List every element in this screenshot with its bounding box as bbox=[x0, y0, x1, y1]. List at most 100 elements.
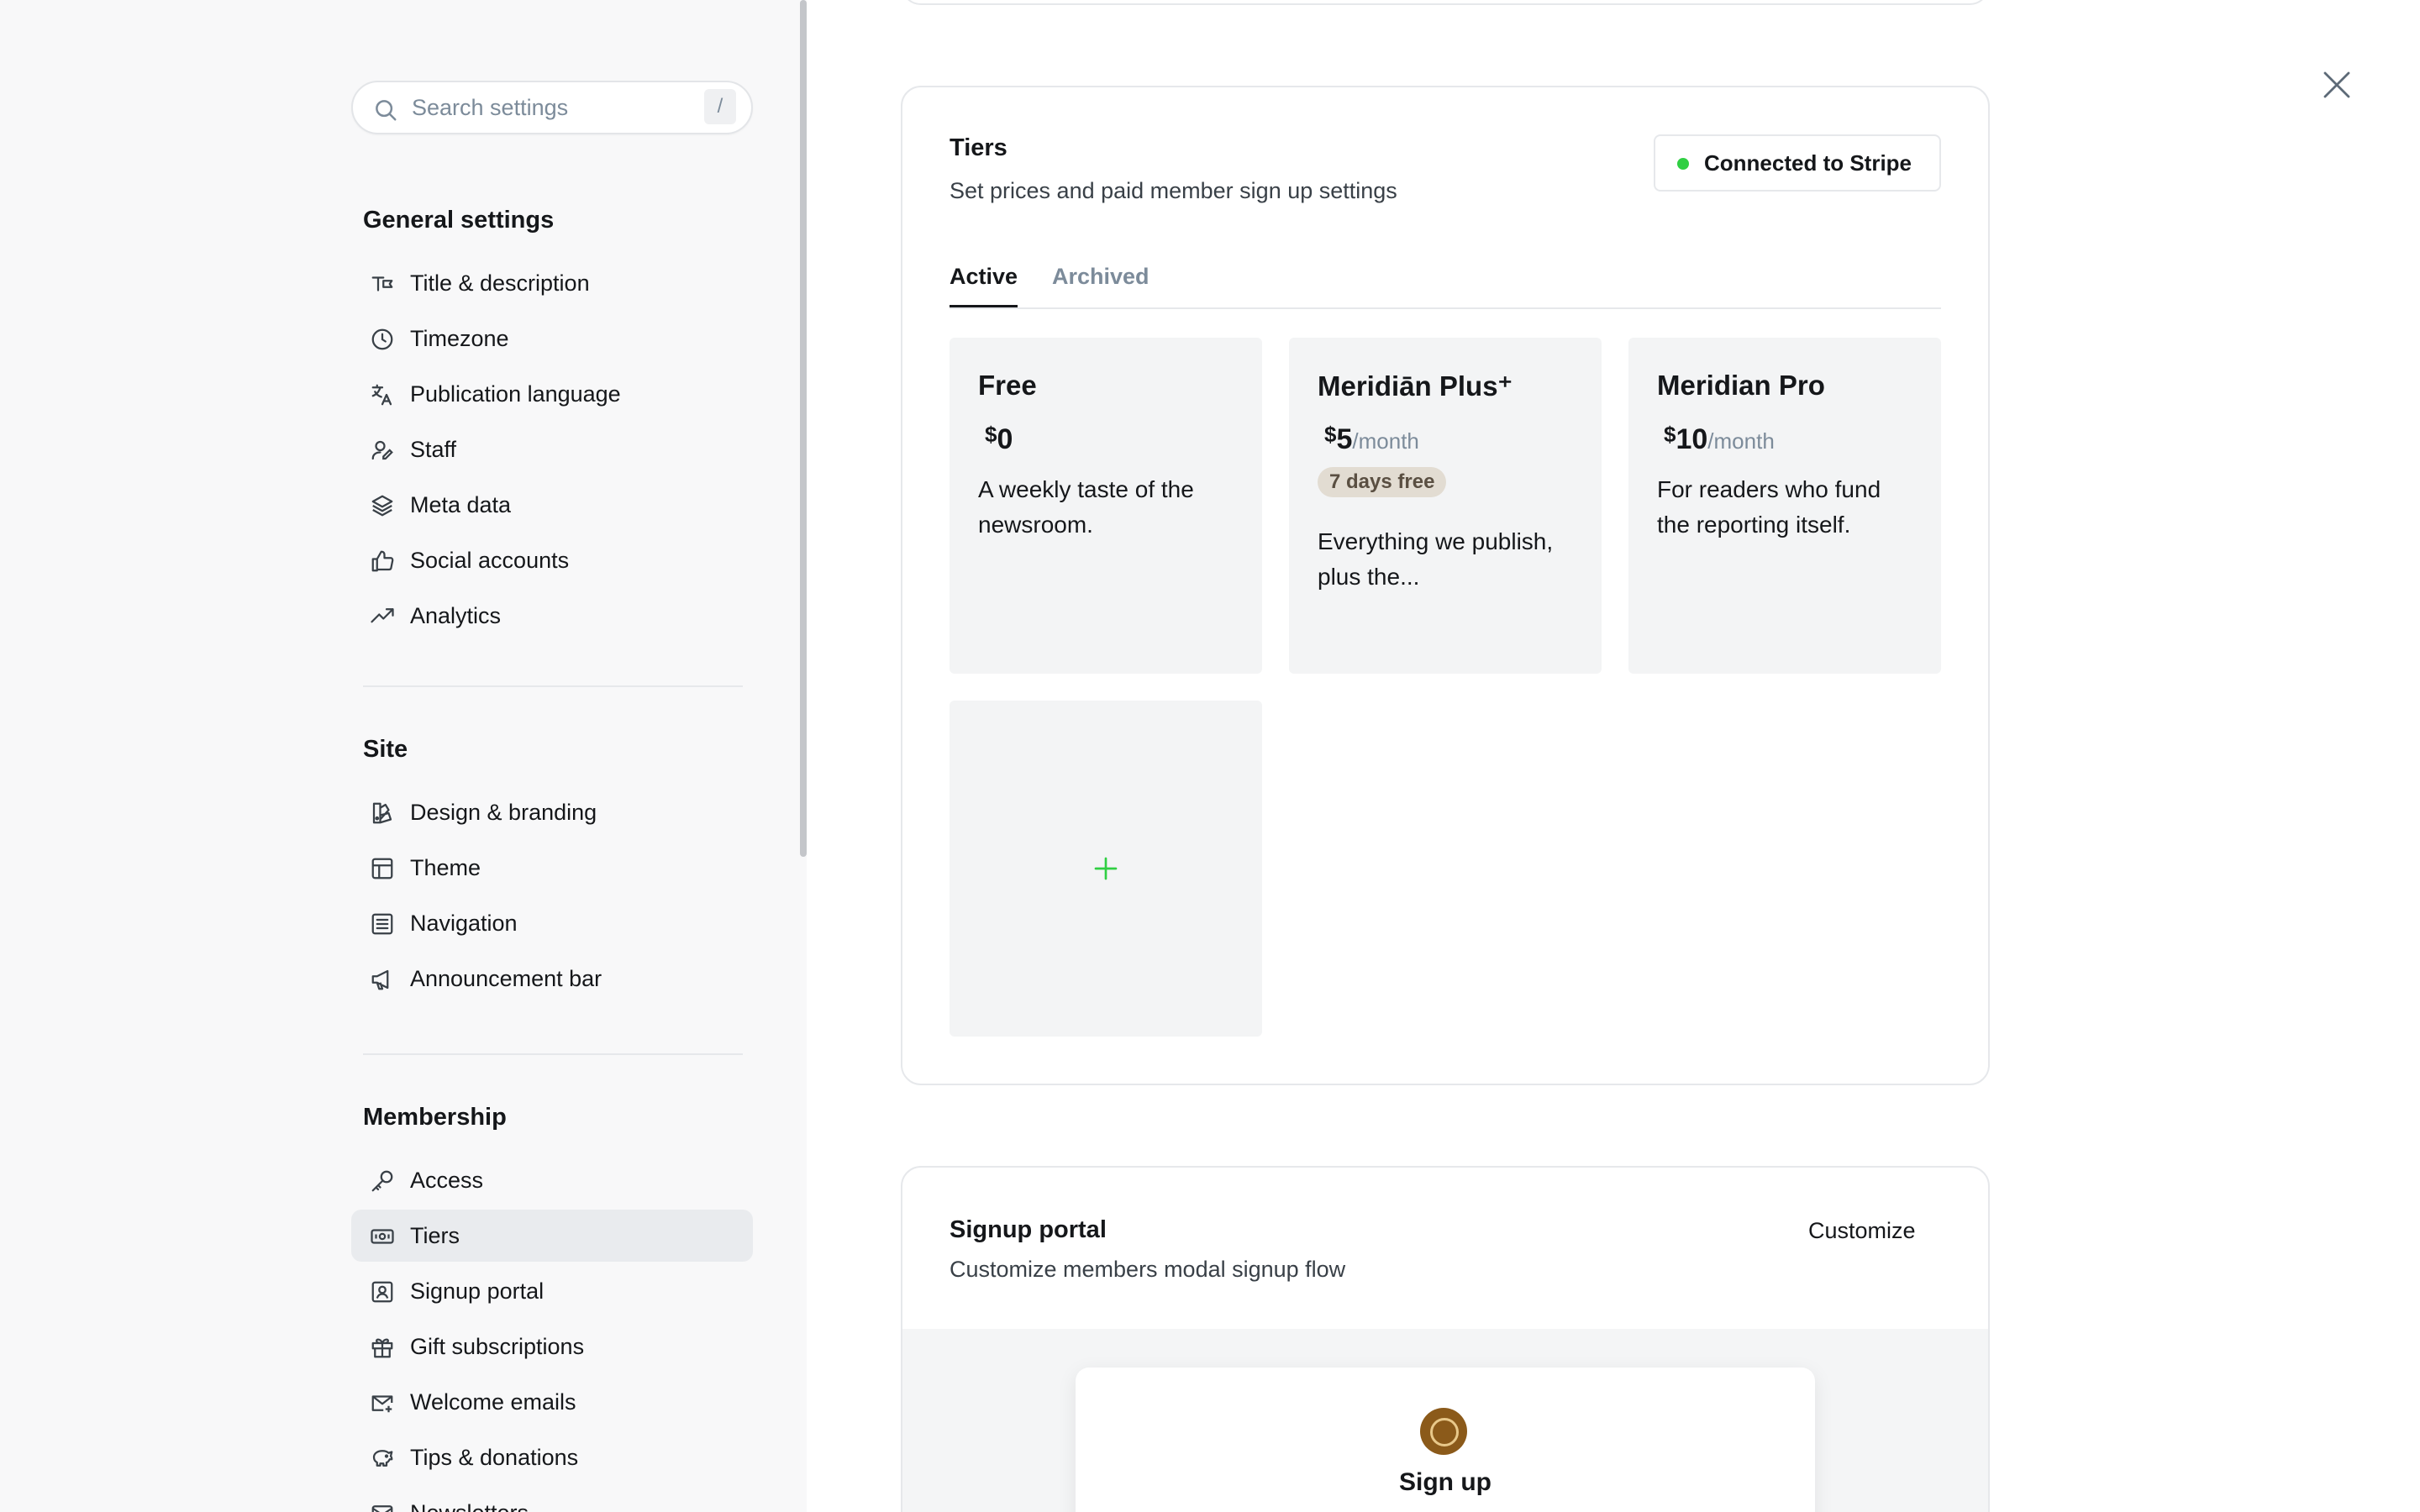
sidebar-item-label: Staff bbox=[410, 436, 457, 462]
mail-icon bbox=[371, 1395, 393, 1413]
sidebar-item-label: Tiers bbox=[410, 1222, 460, 1248]
list-icon bbox=[371, 913, 393, 935]
tier-card-free[interactable]: Free $0 A weekly taste of the newsroom. bbox=[950, 338, 1262, 674]
tier-amount: 5 bbox=[1336, 423, 1353, 455]
sidebar-item-meta-data[interactable]: Meta data bbox=[351, 479, 753, 531]
thumbs-up-icon bbox=[371, 550, 394, 572]
sidebar-item-label: Navigation bbox=[410, 910, 518, 936]
group-title-membership: Membership bbox=[363, 1104, 507, 1131]
clock-icon bbox=[371, 328, 393, 350]
tier-card-meridian-pro[interactable]: Meridian Pro $10/month For readers who f… bbox=[1628, 338, 1941, 674]
palette-icon bbox=[372, 802, 392, 824]
sidebar-divider bbox=[363, 685, 743, 687]
sidebar-item-gift-subscriptions[interactable]: Gift subscriptions bbox=[351, 1320, 753, 1373]
sidebar-item-label: Publication language bbox=[410, 381, 621, 407]
tabs-divider bbox=[950, 307, 1941, 309]
sidebar-item-label: Gift subscriptions bbox=[410, 1333, 585, 1359]
gift-icon bbox=[371, 1338, 393, 1358]
text-icon bbox=[371, 276, 393, 291]
sidebar-item-timezone[interactable]: Timezone bbox=[351, 312, 753, 365]
sidebar-scrollbar[interactable] bbox=[800, 0, 807, 857]
tier-period: /month bbox=[1707, 428, 1775, 454]
group-title-general: General settings bbox=[363, 207, 555, 234]
sidebar-item-newsletters[interactable]: Newsletters bbox=[351, 1487, 753, 1512]
sidebar-item-design-branding[interactable]: Design & branding bbox=[351, 786, 753, 838]
signup-portal-subtitle: Customize members modal signup flow bbox=[950, 1257, 1346, 1282]
close-settings-button[interactable] bbox=[2319, 67, 2354, 102]
tier-price: $5/month bbox=[1324, 422, 1419, 456]
tier-price: $0 bbox=[985, 422, 1013, 456]
ticket-icon bbox=[371, 1229, 394, 1244]
tier-currency: $ bbox=[1664, 422, 1676, 447]
customize-button[interactable]: Customize bbox=[1808, 1218, 1916, 1244]
stripe-connection-button[interactable]: Connected to Stripe bbox=[1654, 134, 1941, 192]
search-box[interactable] bbox=[351, 81, 753, 134]
tier-name: Meridian Pro bbox=[1657, 370, 1825, 401]
group-title-site: Site bbox=[363, 736, 408, 763]
search-input[interactable] bbox=[412, 94, 681, 121]
tier-currency: $ bbox=[1324, 422, 1337, 447]
sidebar-item-publication-language[interactable]: Publication language bbox=[351, 368, 753, 420]
sidebar-item-label: Signup portal bbox=[410, 1278, 544, 1304]
tier-amount: 0 bbox=[997, 423, 1013, 455]
signup-portal-title: Signup portal bbox=[950, 1216, 1107, 1243]
tier-price: $10/month bbox=[1664, 422, 1775, 456]
sidebar-item-tips-donations[interactable]: Tips & donations bbox=[351, 1431, 753, 1483]
sidebar-item-access[interactable]: Access bbox=[351, 1154, 753, 1206]
sidebar-item-staff[interactable]: Staff bbox=[351, 423, 753, 475]
key-icon bbox=[371, 1170, 393, 1192]
layout-icon bbox=[371, 858, 393, 879]
tiers-title: Tiers bbox=[950, 134, 1007, 161]
sidebar-item-label: Meta data bbox=[410, 491, 512, 517]
sidebar-item-label: Tips & donations bbox=[410, 1444, 579, 1470]
trend-up-icon bbox=[371, 608, 394, 623]
stripe-status-label: Connected to Stripe bbox=[1704, 150, 1912, 176]
sidebar-item-label: Newsletters bbox=[410, 1500, 529, 1512]
sidebar-item-label: Title & description bbox=[410, 270, 590, 296]
settings-sidebar: / General settings Title & description T… bbox=[0, 0, 807, 1512]
search-shortcut-hint: / bbox=[704, 89, 736, 124]
plus-icon bbox=[1094, 857, 1118, 880]
close-icon bbox=[2323, 71, 2350, 98]
tier-card-meridian-plus[interactable]: Meridiān Plus⁺ $5/month 7 days free Ever… bbox=[1289, 338, 1602, 674]
layers-icon bbox=[371, 495, 393, 517]
sidebar-item-label: Social accounts bbox=[410, 547, 570, 573]
tiers-subtitle: Set prices and paid member sign up setti… bbox=[950, 178, 1397, 203]
portal-icon bbox=[371, 1281, 393, 1303]
tier-description: A weekly taste of the newsroom. bbox=[978, 476, 1194, 538]
users-icon bbox=[371, 440, 393, 460]
trial-badge: 7 days free bbox=[1318, 467, 1447, 497]
sidebar-item-label: Design & branding bbox=[410, 799, 597, 825]
tier-name: Free bbox=[978, 370, 1037, 401]
tier-amount: 10 bbox=[1676, 423, 1708, 455]
sidebar-item-navigation[interactable]: Navigation bbox=[351, 897, 753, 949]
sidebar-item-label: Analytics bbox=[410, 602, 502, 628]
add-tier-button[interactable] bbox=[950, 701, 1262, 1037]
sidebar-item-title-description[interactable]: Title & description bbox=[351, 257, 753, 309]
search-icon bbox=[376, 100, 397, 121]
previous-section-card bbox=[901, 0, 1990, 5]
portal-preview-heading: Sign up bbox=[1399, 1468, 1491, 1496]
tab-active[interactable]: Active bbox=[950, 264, 1018, 307]
status-dot-icon bbox=[1677, 158, 1689, 170]
sidebar-item-social-accounts[interactable]: Social accounts bbox=[351, 534, 753, 586]
tier-name: Meridiān Plus⁺ bbox=[1318, 370, 1512, 402]
tier-description: For readers who fund the reporting itsel… bbox=[1657, 476, 1881, 538]
sidebar-divider bbox=[363, 1053, 743, 1055]
tab-archived[interactable]: Archived bbox=[1052, 264, 1150, 307]
sidebar-item-announcement-bar[interactable]: Announcement bar bbox=[351, 953, 753, 1005]
sidebar-item-label: Welcome emails bbox=[410, 1389, 576, 1415]
megaphone-icon bbox=[371, 969, 389, 990]
publication-logo-icon bbox=[1420, 1408, 1467, 1455]
sidebar-item-analytics[interactable]: Analytics bbox=[351, 590, 753, 642]
sidebar-item-theme[interactable]: Theme bbox=[351, 842, 753, 894]
sidebar-item-label: Timezone bbox=[410, 325, 509, 351]
tier-period: /month bbox=[1352, 428, 1419, 454]
sidebar-item-label: Theme bbox=[410, 854, 481, 880]
translate-icon bbox=[371, 384, 392, 406]
sidebar-item-welcome-emails[interactable]: Welcome emails bbox=[351, 1376, 753, 1428]
sidebar-item-label: Announcement bar bbox=[410, 965, 602, 991]
piggy-bank-icon bbox=[372, 1450, 393, 1467]
sidebar-item-signup-portal[interactable]: Signup portal bbox=[351, 1265, 753, 1317]
sidebar-item-tiers[interactable]: Tiers bbox=[351, 1210, 753, 1262]
